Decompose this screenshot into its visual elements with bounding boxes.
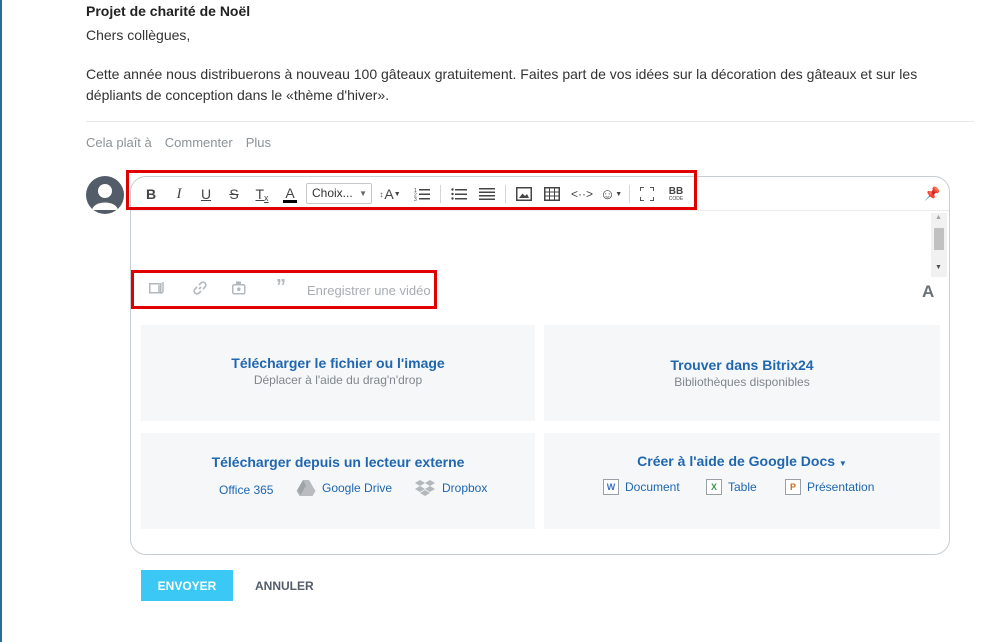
font-color-icon: A [285,184,295,201]
presentation-label: Présentation [807,480,875,494]
avatar [86,176,124,214]
font-size-icon: A [384,186,394,202]
align-button[interactable] [479,184,495,204]
google-drive-link[interactable]: Google Drive [296,479,392,497]
chevron-down-icon: ▼ [359,189,367,198]
upload-file-subtitle: Déplacer à l'aide du drag'n'drop [253,373,423,387]
scroll-thumb[interactable] [934,228,944,250]
google-drive-label: Google Drive [322,481,393,495]
bullet-list-button[interactable] [451,184,467,204]
divider [86,121,974,122]
insert-code-button[interactable]: <··> [571,184,593,204]
send-button[interactable]: ENVOYER [141,570,233,601]
post-title: Projet de charité de Noël [86,3,251,19]
toolbar-separator [440,185,441,203]
bullet-list-icon [451,188,467,200]
toolbar-separator [629,185,630,203]
dropbox-icon [415,480,435,496]
pin-icon[interactable]: 📌 [924,186,940,202]
dropbox-link[interactable]: Dropbox [414,479,487,497]
dropbox-label: Dropbox [442,481,488,495]
comment-editor: B I U S Tx A Choix... ▼ ↕ A ▼ 123 <··> ☺… [130,176,950,555]
bbcode-sub: CODE [668,195,684,202]
clear-format-button[interactable]: Tx [254,184,270,204]
spreadsheet-icon: X [706,479,722,495]
fullscreen-icon [640,187,654,201]
record-video-link[interactable]: Enregistrer une vidéo [307,283,431,298]
comment-text-area[interactable] [131,211,949,277]
upload-file-title[interactable]: Télécharger le fichier ou l'image [141,355,535,371]
table-icon [544,187,560,201]
emoji-button[interactable]: ☺ ▼ [599,184,623,204]
bbcode-button[interactable]: BB CODE [666,184,686,204]
more-link[interactable]: Plus [246,135,271,150]
external-drive-title[interactable]: Télécharger depuis un lecteur externe [141,454,535,470]
ordered-list-icon: 123 [414,188,430,201]
font-family-select[interactable]: Choix... ▼ [306,183,372,204]
scroll-up-icon[interactable]: ▲ [935,214,942,221]
code-icon: <··> [571,187,594,201]
document-icon: W [603,479,619,495]
scroll-down-icon[interactable]: ▼ [935,264,942,271]
italic-button[interactable]: I [172,184,186,204]
create-presentation-link[interactable]: P Présentation [785,479,874,495]
chevron-down-icon: ▼ [838,459,847,468]
create-table-link[interactable]: X Table [706,479,757,495]
table-label: Table [728,480,757,494]
like-link[interactable]: Cela plaît à [86,135,152,150]
comment-link[interactable]: Commenter [165,135,233,150]
font-color-button[interactable]: A [282,184,298,204]
google-docs-title-text: Créer à l'aide de Google Docs [637,453,836,469]
presentation-icon: P [785,479,801,495]
left-border [0,0,2,642]
cancel-button[interactable]: ANNULER [255,570,314,601]
insert-image-button[interactable] [516,184,532,204]
upload-file-panel[interactable]: Télécharger le fichier ou l'image Déplac… [141,325,535,421]
smiley-icon: ☺ [599,185,616,203]
document-label: Document [625,480,680,494]
post-actions: Cela plaît à Commenter Plus [86,135,271,150]
link-icon[interactable] [193,281,207,298]
align-justify-icon [479,188,495,200]
video-icon[interactable] [232,281,248,298]
fullscreen-button[interactable] [639,184,655,204]
underline-button[interactable]: U [199,184,213,204]
bitrix-subtitle: Bibliothèques disponibles [674,375,810,389]
ordered-list-button[interactable]: 123 [414,184,430,204]
bitrix-title[interactable]: Trouver dans Bitrix24 [544,357,940,373]
google-docs-title[interactable]: Créer à l'aide de Google Docs ▼ [544,453,940,469]
external-drive-panel: Télécharger depuis un lecteur externe Of… [141,433,535,529]
bbcode-icon: BB [668,185,684,197]
toolbar-separator [505,185,506,203]
insert-table-button[interactable] [544,184,560,204]
font-family-value: Choix... [312,186,353,200]
post-greeting: Chers collègues, [86,27,191,43]
svg-text:3: 3 [414,197,417,201]
editor-toolbar: B I U S Tx A Choix... ▼ ↕ A ▼ 123 <··> ☺… [131,177,949,211]
post-body: Cette année nous distribuerons à nouveau… [86,66,918,103]
font-size-button[interactable]: ↕ A ▼ [378,184,402,204]
attach-bar: ” Enregistrer une vidéo [131,276,949,305]
bold-button[interactable]: B [144,184,158,204]
create-document-link[interactable]: W Document [603,479,680,495]
image-icon [516,187,532,201]
google-drive-icon [296,480,316,496]
text-format-icon[interactable]: A [922,282,934,302]
clear-format-icon: T [255,186,265,202]
scrollbar[interactable]: ▲ ▼ [931,213,947,277]
google-docs-panel: Créer à l'aide de Google Docs ▼ W Docume… [544,433,940,529]
office365-link[interactable]: Office 365 [219,483,273,497]
attach-file-icon[interactable] [149,281,167,298]
office365-label: Office 365 [219,483,274,497]
quote-icon[interactable]: ” [276,276,286,299]
strikethrough-button[interactable]: S [227,184,241,204]
bitrix-panel[interactable]: Trouver dans Bitrix24 Bibliothèques disp… [544,325,940,421]
